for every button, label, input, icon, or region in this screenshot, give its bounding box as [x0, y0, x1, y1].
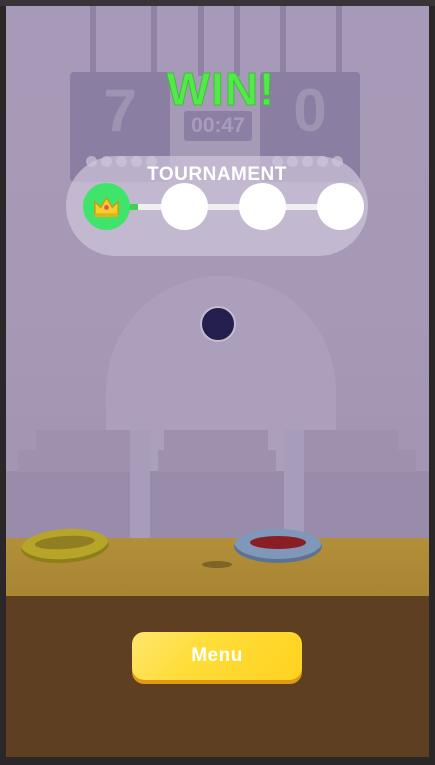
menu-button[interactable]: Menu — [132, 632, 302, 680]
tournament-stage-4 — [317, 183, 364, 230]
window-right-edge — [429, 6, 435, 757]
game-ball — [200, 306, 236, 342]
center-step — [158, 450, 276, 472]
left-step — [18, 450, 136, 472]
left-step-upper — [36, 430, 136, 450]
tournament-stage-2 — [161, 183, 208, 230]
crown-icon — [94, 196, 119, 218]
game-viewport[interactable]: 7 0 00:47 WIN! TOURNAMENT Menu — [6, 6, 429, 757]
tournament-stage-1 — [83, 183, 130, 230]
tournament-panel: TOURNAMENT — [66, 156, 368, 256]
right-step — [298, 450, 416, 472]
center-step-upper — [164, 430, 268, 450]
ball-shadow — [202, 561, 232, 568]
hanging-rope — [336, 6, 342, 76]
win-title: WIN! — [166, 63, 276, 116]
pillar — [130, 430, 150, 540]
blue-hoop-ring — [234, 529, 322, 563]
left-score: 7 — [103, 77, 137, 144]
hanging-rope — [90, 6, 96, 76]
right-step-upper — [298, 430, 398, 450]
tournament-stage-3 — [239, 183, 286, 230]
window-bottom-bar — [0, 757, 435, 765]
tournament-track — [110, 204, 330, 210]
pillar — [284, 430, 304, 540]
